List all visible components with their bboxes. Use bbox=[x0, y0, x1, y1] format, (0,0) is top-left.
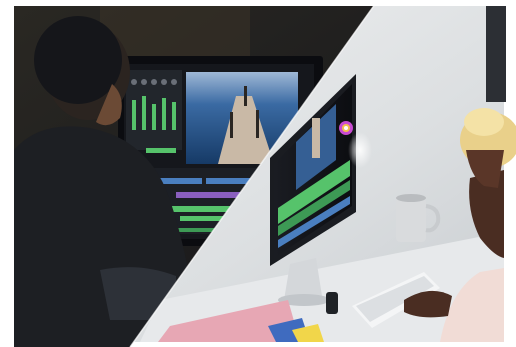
photo-scene bbox=[0, 0, 516, 347]
color-wheel-icon bbox=[339, 121, 353, 135]
desk-object bbox=[326, 292, 338, 314]
audio-mixer-panel bbox=[126, 70, 182, 150]
